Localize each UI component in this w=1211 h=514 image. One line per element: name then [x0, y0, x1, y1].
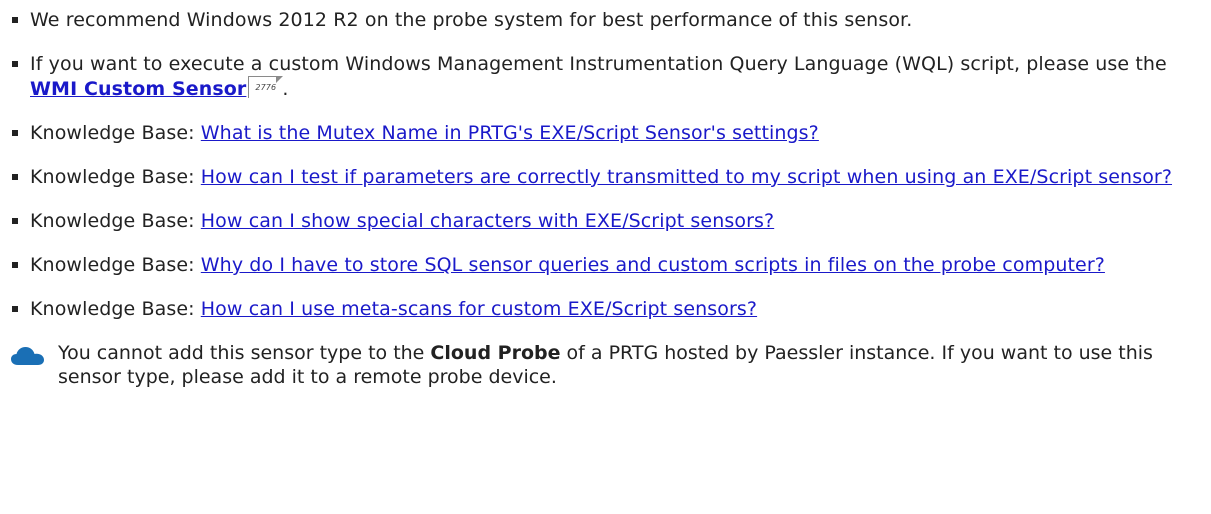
kb-link-meta-scans[interactable]: How can I use meta-scans for custom EXE/…	[201, 298, 757, 320]
recommendation-text: We recommend Windows 2012 R2 on the prob…	[30, 9, 913, 31]
list-item: We recommend Windows 2012 R2 on the prob…	[10, 8, 1201, 32]
kb-label: Knowledge Base:	[30, 166, 201, 188]
kb-label: Knowledge Base:	[30, 122, 201, 144]
kb-label: Knowledge Base:	[30, 210, 201, 232]
bullet-icon	[12, 130, 18, 136]
kb-label: Knowledge Base:	[30, 298, 201, 320]
list-item: Knowledge Base: How can I use meta-scans…	[10, 297, 1201, 321]
kb-label: Knowledge Base:	[30, 254, 201, 276]
cloud-probe-label: Cloud Probe	[430, 342, 561, 364]
list-item: Knowledge Base: What is the Mutex Name i…	[10, 121, 1201, 145]
bullet-icon	[12, 174, 18, 180]
bullet-icon	[12, 218, 18, 224]
notice-text-before: You cannot add this sensor type to the	[58, 342, 431, 364]
document-body: We recommend Windows 2012 R2 on the prob…	[0, 0, 1211, 389]
list-item: Knowledge Base: Why do I have to store S…	[10, 253, 1201, 277]
wql-text: If you want to execute a custom Windows …	[30, 53, 1167, 75]
cloud-icon	[11, 347, 44, 365]
wmi-custom-sensor-link[interactable]: WMI Custom Sensor	[30, 78, 246, 100]
kb-link-store-sql-queries[interactable]: Why do I have to store SQL sensor querie…	[201, 254, 1105, 276]
list-item: Knowledge Base: How can I show special c…	[10, 209, 1201, 233]
kb-link-mutex-name[interactable]: What is the Mutex Name in PRTG's EXE/Scr…	[201, 122, 819, 144]
bullet-icon	[12, 262, 18, 268]
page-reference-icon[interactable]: 2776	[248, 76, 284, 98]
notes-list: We recommend Windows 2012 R2 on the prob…	[10, 8, 1201, 321]
list-item: If you want to execute a custom Windows …	[10, 52, 1201, 101]
list-item: Knowledge Base: How can I test if parame…	[10, 165, 1201, 189]
cloud-probe-notice: You cannot add this sensor type to the C…	[10, 341, 1201, 389]
page-fold	[276, 76, 284, 83]
bullet-icon	[12, 17, 18, 23]
bullet-icon	[12, 61, 18, 67]
page-number: 2776	[255, 83, 277, 92]
kb-link-test-parameters[interactable]: How can I test if parameters are correct…	[201, 166, 1172, 188]
kb-link-special-characters[interactable]: How can I show special characters with E…	[201, 210, 774, 232]
bullet-icon	[12, 306, 18, 312]
